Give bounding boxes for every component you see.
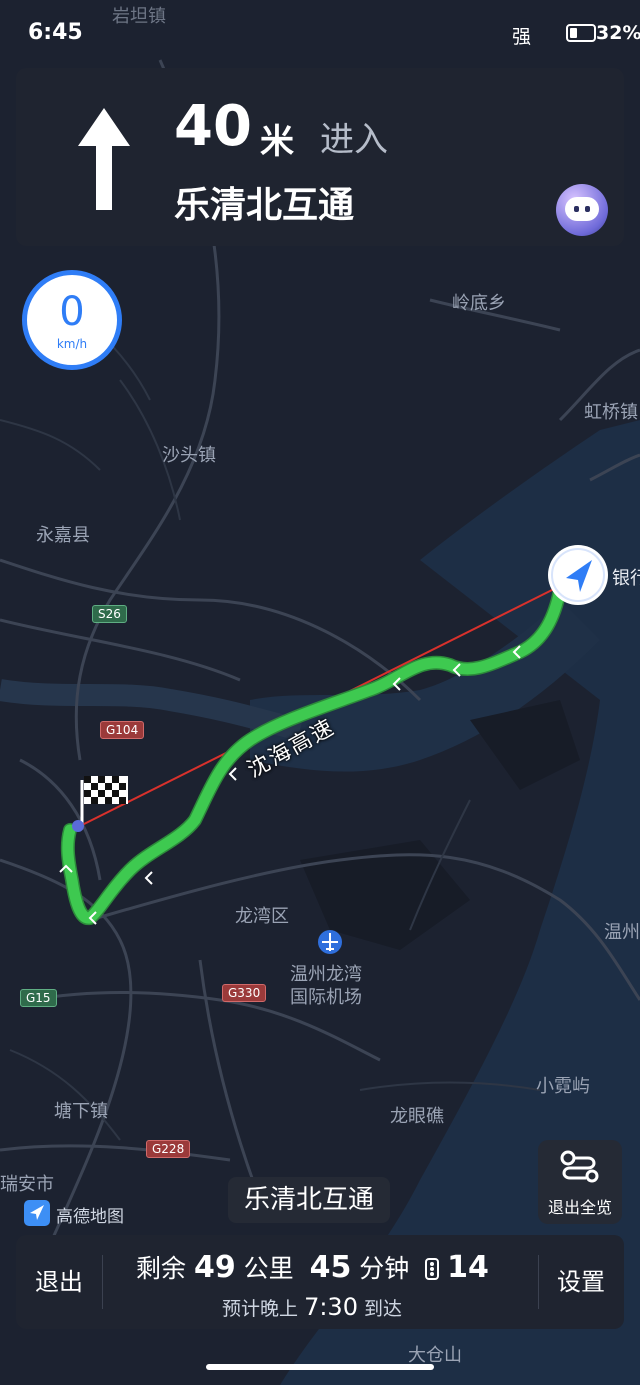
speedometer: 0 km/h — [22, 270, 122, 370]
road-shield-g15: G15 — [20, 989, 57, 1007]
trip-summary-bar: 退出 剩余 49 公里 45 分钟 14 预计晚上 7:30 到达 设置 — [16, 1235, 624, 1329]
road-shield-g104: G104 — [100, 721, 145, 739]
guidance-card[interactable]: 40 米 进入 乐清北互通 — [16, 68, 624, 246]
route-overview-icon — [560, 1150, 599, 1183]
eta-summary: 预计晚上 7:30 到达 — [222, 1293, 402, 1321]
map-label-yongjia: 永嘉县 — [36, 525, 90, 546]
divider — [102, 1255, 103, 1309]
road-shield-s26: S26 — [92, 605, 127, 623]
map-label-shatou: 沙头镇 — [162, 445, 216, 466]
map-label-longyanjiao: 龙眼礁 — [390, 1106, 444, 1127]
straight-arrow-icon — [78, 108, 130, 210]
next-road-name: 乐清北互通 — [174, 185, 355, 226]
exit-overview-button[interactable]: 退出全览 — [538, 1140, 622, 1224]
map-label-hongqiao: 虹桥镇 — [584, 402, 638, 423]
battery-icon — [566, 24, 596, 42]
remain-time-unit: 分钟 — [359, 1254, 410, 1283]
battery-percent: 32% — [596, 22, 640, 44]
exit-navigation-button[interactable]: 退出 — [16, 1235, 102, 1329]
map-label-lingdi: 岭底乡 — [452, 293, 506, 314]
eta-prefix: 预计晚上 — [222, 1298, 299, 1320]
remain-time: 45 — [309, 1250, 352, 1285]
road-shield-g330: G330 — [222, 984, 267, 1002]
exit-overview-label: 退出全览 — [547, 1198, 612, 1217]
eta-time: 7:30 — [304, 1293, 358, 1321]
speed-value: 0 — [59, 289, 85, 335]
amap-logo-text: 高德地图 — [56, 1207, 124, 1227]
home-indicator[interactable] — [206, 1364, 434, 1370]
traffic-light-count: 14 — [447, 1250, 489, 1285]
map-label-tangxia: 塘下镇 — [54, 1101, 108, 1122]
traffic-light-icon — [425, 1258, 440, 1280]
map-label-longwan: 龙湾区 — [235, 906, 289, 927]
distance-unit: 米 — [260, 122, 294, 162]
remain-distance-unit: 公里 — [243, 1254, 294, 1283]
remaining-summary: 剩余 49 公里 45 分钟 14 — [136, 1249, 489, 1285]
eta-suffix: 到达 — [364, 1298, 403, 1320]
map-label-airport-2: 国际机场 — [290, 987, 362, 1008]
remain-distance: 49 — [193, 1250, 236, 1285]
voice-assistant-icon[interactable] — [556, 184, 608, 236]
remain-prefix: 剩余 — [136, 1254, 187, 1283]
map-label-wenzhou: 温州 — [604, 922, 640, 943]
settings-button[interactable]: 设置 — [538, 1235, 624, 1329]
map-label-ruian: 瑞安市 — [0, 1174, 54, 1195]
status-time: 6:45 — [28, 20, 83, 45]
distance-value: 40 — [174, 94, 252, 159]
next-road-pill: 乐清北互通 — [228, 1177, 391, 1223]
action-text: 进入 — [320, 120, 388, 160]
signal-strength: 强 — [512, 26, 532, 48]
status-bar: 6:45 强 32% — [0, 0, 640, 64]
road-shield-g228: G228 — [146, 1140, 191, 1158]
speed-unit: km/h — [56, 337, 88, 351]
map-label-bank: 银行 — [612, 568, 640, 589]
map-label-xiaonizu: 小霓屿 — [536, 1076, 590, 1097]
amap-logo-icon — [24, 1200, 50, 1226]
